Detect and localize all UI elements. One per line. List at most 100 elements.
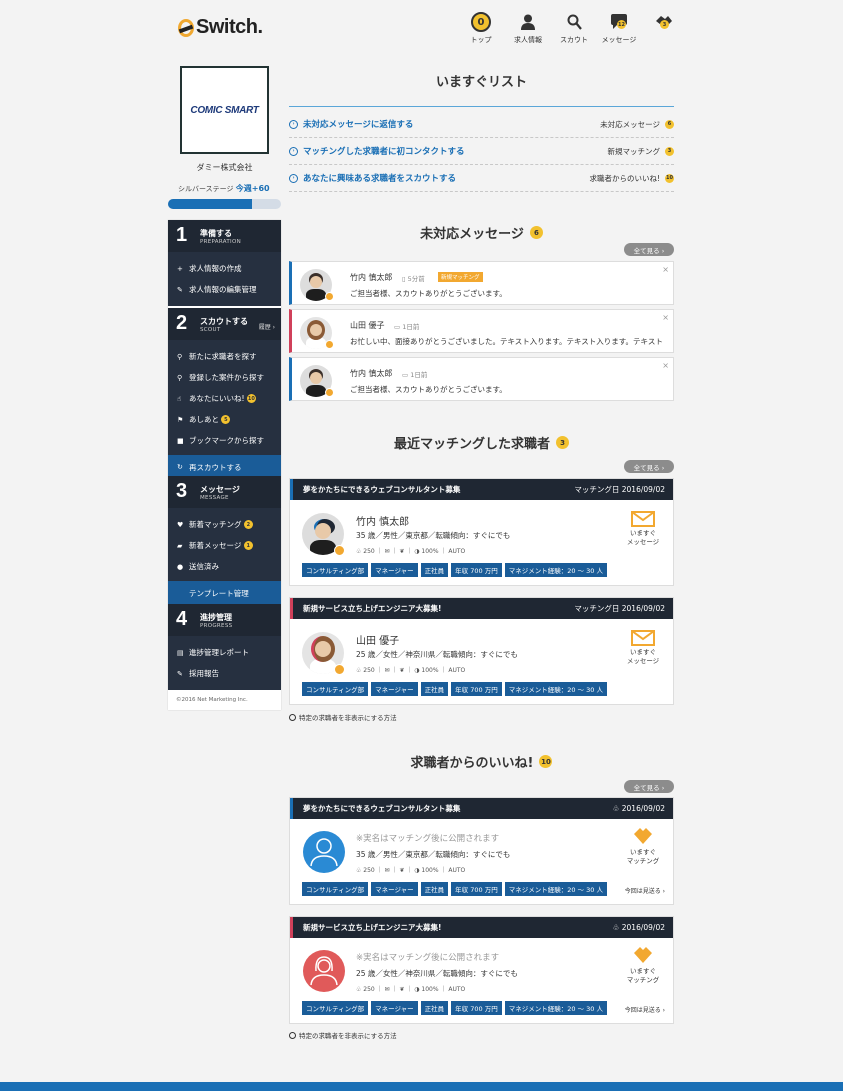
sidebar-item-create-job[interactable]: + 求人情報の作成 [168,258,281,279]
candidate-info: 35 歳／男性／東京都／転職傾向：すぐにでも [356,850,511,859]
see-all-button[interactable]: 全て見る › [624,780,674,793]
menu-label: 登録した案件から探す [189,373,264,382]
section-message: 3 メッセージ MESSAGE [168,476,281,508]
scout-history-link[interactable]: 履歴 › [259,322,275,331]
menu-label: 求人情報の作成 [189,264,242,273]
like-card[interactable]: 夢をかたちにできるウェブコンサルタント募集 ♧ 2016/09/02 ※実名はマッ… [289,797,674,905]
see-all-button[interactable]: 全て見る › [624,460,674,473]
anonymous-female-avatar-icon [303,950,345,992]
message-time: ▭ 1日前 [394,323,420,331]
section-title: メッセージ [200,485,240,494]
nav-message[interactable]: 12 メッセージ [597,12,641,45]
tag-list: コンサルティング部 マネージャー 正社員 年収 700 万円 マネジメント経験：20 〜… [302,882,607,896]
menu-progress: ▤ 進捗管理レポート ✎ 採用報告 [168,636,281,690]
sidebar-item-bookmarks[interactable]: ■ ブックマークから探す [168,430,281,451]
todo-action: マッチングした求職者に初コンタクトする [303,147,465,157]
match-now-button[interactable]: いますぐ マッチング [623,945,663,984]
arrow-circle-icon: › [289,146,298,156]
section-title: スカウトする [200,317,248,326]
copyright: ©2016 Net Marketing Inc. [176,697,248,703]
tag: 年収 700 万円 [451,682,502,696]
sidebar-item-footprints[interactable]: ⚑ あしあと 5 [168,409,281,430]
message-item[interactable]: 山田 優子 ▭ 1日前 お忙しい中、面接ありがとうございました。テキスト入ります… [289,309,674,353]
close-icon[interactable]: × [662,361,669,370]
message-now-button[interactable]: いますぐ メッセージ [623,511,663,546]
nav-jobs[interactable]: 求人情報 [506,12,550,45]
action-label: いますぐ メッセージ [626,529,660,546]
section-title: 準備する [200,229,232,238]
skip-link[interactable]: 今回は見送る › [625,1005,665,1014]
nav-top[interactable]: 0 トップ [459,12,503,45]
nav-matching[interactable]: 3 [642,12,686,32]
sidebar-item-search-saved[interactable]: ⚲ 登録した案件から探す [168,367,281,388]
section-subtitle: PROGRESS [200,623,233,629]
message-item[interactable]: 竹内 慎太郎 ▯ 5分前 新規マッチング ご担当者様、スカウトありがとうございま… [289,261,674,305]
skip-link[interactable]: 今回は見送る › [625,886,665,895]
action-label: いますぐ メッセージ [626,648,660,665]
likes-badge: 10 [246,394,256,403]
tag: コンサルティング部 [302,1001,369,1015]
todo-row[interactable]: › あなたに興味ある求職者をスカウトする 求職者からのいいね! 10 [289,165,674,192]
tag: 年収 700 万円 [451,882,502,896]
tag: マネージャー [371,682,418,696]
close-icon[interactable]: × [662,265,669,274]
search-icon [567,12,582,32]
sender-name: 竹内 慎太郎 [350,273,393,282]
tag: マネジメント経験：20 〜 30 人 [504,682,607,696]
todo-row[interactable]: › 未対応メッセージに返信する 未対応メッセージ 6 [289,111,674,138]
candidate-info: 25 歳／女性／神奈川県／転職傾向：すぐにでも [356,650,518,659]
tag: マネージャー [371,563,418,577]
candidate-meta: ♧ 250 ｜ ✉ ｜ ❦ ｜ ◑ 100% ｜ AUTO [356,548,466,555]
todo-row[interactable]: › マッチングした求職者に初コンタクトする 新規マッチング 3 [289,138,674,165]
stage-progress-bar [168,199,281,209]
section-subtitle: SCOUT [200,327,221,333]
tag: 年収 700 万円 [451,1001,502,1015]
tag: コンサルティング部 [302,563,369,577]
match-now-button[interactable]: いますぐ マッチング [623,826,663,865]
message-item[interactable]: 竹内 慎太郎 ▭ 1日前 ご担当者様、スカウトありがとうございます。 × [289,357,674,401]
sidebar-item-hire-report[interactable]: ✎ 採用報告 [168,663,281,684]
section-heading: いますぐリスト [435,75,527,90]
report-icon: ▤ [177,648,184,657]
tag: 年収 700 万円 [451,563,502,577]
sidebar-item-templates[interactable]: テンプレート管理 [168,581,281,605]
help-text: 特定の求職者を非表示にする方法 [299,714,397,722]
sidebar-item-new-matching[interactable]: ♥ 新着マッチング 2 [168,514,281,535]
tag: 正社員 [420,682,449,696]
messages-badge: 6 [529,226,543,239]
matching-card[interactable]: 夢をかたちにできるウェブコンサルタント募集 マッチング日 2016/09/02 竹… [289,478,674,586]
messages-title: 未対応メッセージ 6 [289,223,674,242]
candidate-meta: ♧ 250 ｜ ✉ ｜ ❦ ｜ ◑ 100% ｜ AUTO [356,667,466,674]
like-card[interactable]: 新規サービス立ち上げエンジニア大募集! ♧ 2016/09/02 ※実名はマッチン… [289,916,674,1024]
menu-label: あなたにいいね! [189,394,245,403]
sidebar-item-progress-report[interactable]: ▤ 進捗管理レポート [168,642,281,663]
close-icon[interactable]: × [662,313,669,322]
plus-icon: + [177,264,183,273]
see-all-button[interactable]: 全て見る › [624,243,674,256]
stage-label: シルバーステージ [178,185,234,193]
menu-label: 新たに求職者を探す [189,352,257,361]
job-title: 夢をかたちにできるウェブコンサルタント募集 [303,485,461,494]
tag: マネジメント経験：20 〜 30 人 [504,563,607,577]
sidebar-item-sent[interactable]: ● 送信済み [168,556,281,577]
person-icon [521,12,535,32]
search-plus-icon: ⚲ [177,373,183,382]
candidate-name-hidden: ※実名はマッチング後に公開されます [356,953,500,963]
sidebar-item-new-message[interactable]: ▰ 新着メッセージ 1 [168,535,281,556]
hide-candidate-help-link[interactable]: 特定の求職者を非表示にする方法 [289,712,397,722]
tag-list: コンサルティング部 マネージャー 正社員 年収 700 万円 マネジメント経験：20 〜… [302,682,607,696]
message-now-button[interactable]: いますぐ メッセージ [623,630,663,665]
brand-logo[interactable]: Switch. [178,16,263,39]
sidebar-item-search-new[interactable]: ⚲ 新たに求職者を探す [168,346,281,367]
todo-badge: 10 [665,173,674,183]
anonymous-male-avatar-icon [303,831,345,873]
matching-date: マッチング日 2016/09/02 [574,485,665,494]
tag-list: コンサルティング部 マネージャー 正社員 年収 700 万円 マネジメント経験：20 〜… [302,563,607,577]
todo-action: あなたに興味ある求職者をスカウトする [303,174,457,184]
nav-scout[interactable]: スカウト [552,12,596,45]
hide-candidate-help-link[interactable]: 特定の求職者を非表示にする方法 [289,1030,397,1040]
sidebar-item-likes[interactable]: ☝ あなたにいいね! 10 [168,388,281,409]
sidebar-item-edit-job[interactable]: ✎ 求人情報の編集管理 [168,279,281,300]
matching-card[interactable]: 新規サービス立ち上げエンジニア大募集! マッチング日 2016/09/02 山田 … [289,597,674,705]
candidate-info: 35 歳／男性／東京都／転職傾向：すぐにでも [356,531,511,540]
